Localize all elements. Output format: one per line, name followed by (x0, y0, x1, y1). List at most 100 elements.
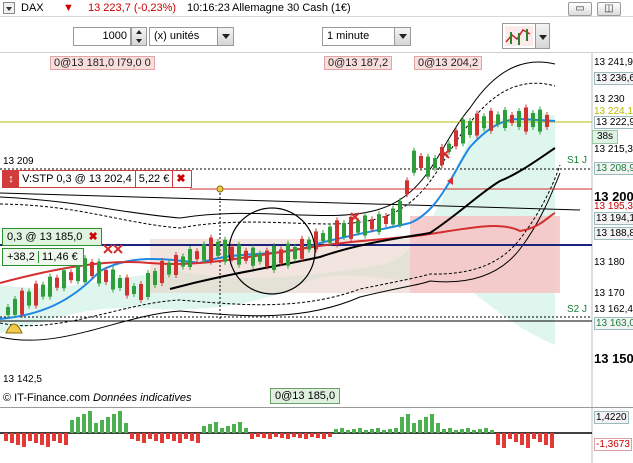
histogram-bar (526, 433, 530, 448)
candle-body (370, 219, 374, 230)
quantity-spin-icon[interactable] (131, 27, 147, 46)
histogram-bar (376, 428, 380, 433)
title-bar: DAX ▼ 13 223,7 (-0,23%) 10:16:23 Allemag… (0, 0, 633, 17)
histogram-bar (436, 423, 440, 433)
histogram-bar (304, 433, 308, 439)
order-tag-1[interactable]: 0@13 181,0 I79,0 0 (50, 56, 155, 70)
histogram-bar (190, 433, 194, 441)
quantity-value: 1000 (102, 30, 127, 42)
candle-body (181, 256, 185, 267)
position-box[interactable]: 0,3 @ 13 185,0 ✖ (2, 228, 102, 246)
chevron-down-icon[interactable] (394, 28, 410, 45)
histogram-bar (484, 428, 488, 433)
histogram-bar (346, 430, 350, 433)
candle-body (244, 250, 248, 261)
histogram-bar (370, 429, 374, 433)
timeframe-value: 1 minute (327, 30, 370, 42)
histogram-bar (112, 414, 116, 433)
histogram-bar (292, 433, 296, 437)
marker-dot[interactable] (216, 185, 224, 193)
minimize-button[interactable]: ▭ (568, 2, 592, 16)
level-label-13209: 13 209 (3, 156, 34, 167)
histogram-bar (244, 428, 248, 433)
pivot-s1-label: S1 J (567, 155, 588, 166)
candle-body (167, 262, 171, 275)
candle-body (377, 214, 381, 233)
timeframe-select[interactable]: 1 minute (322, 27, 411, 46)
candle-body (335, 220, 339, 245)
histogram-bar (400, 417, 404, 433)
quantity-stepper[interactable]: 1000 (73, 27, 147, 46)
market-name: Allemagne 30 Cash (1€) (232, 2, 351, 14)
candle-body (293, 247, 297, 259)
histogram-bar (22, 433, 26, 447)
order-tag-3[interactable]: 0@13 204,2 (414, 56, 483, 70)
pivot-s2-label: S2 J (567, 304, 588, 315)
histogram-bar (454, 430, 458, 433)
candle-body (139, 284, 143, 300)
histogram-bar (286, 433, 290, 439)
candle-body (482, 116, 486, 129)
histogram-bar (280, 433, 284, 438)
indicative-text: Données indicatives (93, 392, 192, 404)
chevron-down-icon[interactable] (217, 28, 233, 45)
histogram-bar (412, 423, 416, 433)
close-stop-icon[interactable]: ✖ (172, 171, 188, 187)
drag-handle-icon[interactable]: ↕ (3, 171, 19, 187)
histogram-bar (388, 429, 392, 433)
footer-order-tag[interactable]: 0@13 185,0 (270, 388, 341, 404)
candle-body (118, 278, 122, 288)
candle-body (391, 208, 395, 225)
histogram-bar (10, 433, 14, 443)
candle-body (41, 284, 45, 297)
candle-body (461, 119, 465, 144)
price-scale-label: 13 180 (594, 257, 625, 268)
price-chart[interactable]: 0@13 181,0 I79,0 0 0@13 187,2 0@13 204,2… (0, 53, 633, 408)
candle-body (489, 110, 493, 131)
close-position-icon[interactable]: ✖ (85, 229, 100, 245)
histogram-bar (76, 417, 80, 433)
histogram-bar (232, 424, 236, 433)
candle-body (426, 156, 430, 177)
price-scale-label: 13 162,4 (594, 304, 633, 315)
candle-body (216, 241, 220, 256)
candle-body (384, 216, 388, 224)
histogram-bar (328, 433, 332, 437)
candle-body (503, 110, 507, 128)
histogram-bar (496, 433, 500, 445)
histogram-bar (172, 433, 176, 441)
histogram-bar (40, 433, 44, 445)
candle-body (90, 262, 94, 276)
histogram-bar (64, 433, 68, 445)
histogram-bar (544, 433, 548, 445)
candle-body (524, 107, 528, 132)
instrument-menu-icon[interactable] (3, 2, 15, 14)
unit-select[interactable]: (x) unités (149, 27, 234, 46)
histogram-bar (130, 433, 134, 439)
chart-type-dropdown[interactable] (536, 23, 550, 49)
osc-upper-label: 1,4220 (594, 411, 629, 424)
histogram-bar (424, 417, 428, 433)
order-tag-2[interactable]: 0@13 187,2 (324, 56, 393, 70)
histogram-bar (430, 414, 434, 433)
histogram-bar (46, 433, 50, 447)
pivot-s2-price: 13 163,0 (594, 317, 633, 330)
chart-type-button[interactable] (502, 23, 536, 49)
maximize-button[interactable]: ◫ (597, 2, 621, 16)
candle-body (20, 290, 24, 315)
stop-order-box[interactable]: ↕ V:STP 0,3 @ 13 202,4 5,22 € ✖ (2, 170, 192, 188)
histogram-bar (364, 430, 368, 433)
histogram-bar (268, 433, 272, 439)
clock-time: 10:16:23 (187, 2, 230, 14)
candle-body (433, 158, 437, 168)
histogram-bar (208, 424, 212, 433)
candle-body (188, 249, 192, 267)
oscillator-panel[interactable]: 1,4220 -1,3673 (0, 407, 633, 463)
histogram-bar (166, 433, 170, 439)
histogram-bar (220, 428, 224, 433)
histogram-bar (118, 411, 122, 433)
histogram-bar (508, 433, 512, 439)
candle-body (321, 233, 325, 241)
histogram-bar (88, 411, 92, 433)
chart-type-icon (505, 26, 533, 46)
